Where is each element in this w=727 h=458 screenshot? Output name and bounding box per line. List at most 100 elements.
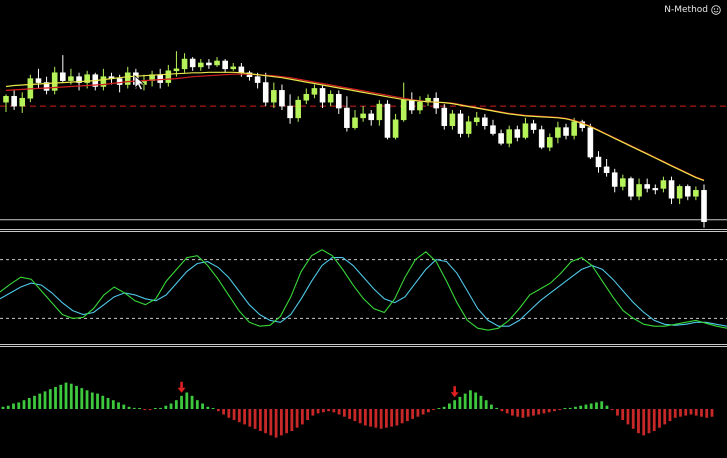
histogram-bar [505,409,509,414]
histogram-bar [48,389,52,409]
candle-body [335,94,342,109]
histogram-bar [106,398,110,409]
histogram-bar [64,382,68,409]
candle-body [35,78,42,83]
oscillator-panel[interactable] [0,232,727,344]
histogram-bar [279,409,283,436]
histogram-bar [432,409,436,411]
histogram-bar [59,384,63,409]
price-chart-panel[interactable] [0,0,727,228]
histogram-bar [363,409,367,426]
histogram-bar [595,402,598,409]
smiley-icon [711,5,721,15]
candle-body [19,97,26,107]
stochastic-signal-line [0,257,727,327]
histogram-bar [631,409,635,429]
histogram-bar [38,393,42,409]
histogram-bar [642,409,646,436]
candle-body [628,178,634,197]
histogram-bar [43,391,47,409]
histogram-bar [647,409,651,434]
histogram-bar [174,400,178,409]
histogram-bar [379,409,383,429]
histogram-bar [390,409,394,427]
panel-separator [0,346,727,347]
candle-body [230,66,237,70]
panel-separator[interactable] [0,344,727,345]
histogram-bar [258,409,262,431]
histogram-bar [705,409,709,418]
candle-body [295,99,301,119]
histogram-bar [542,409,546,414]
sell-arrow-icon [177,381,186,393]
chart-window[interactable]: N-Method [0,0,727,458]
histogram-bar [626,409,630,425]
histogram-bar [195,400,199,409]
candle-body [676,186,683,199]
histogram-panel[interactable] [0,348,727,458]
candle-body [392,119,399,138]
candle-body [563,127,569,136]
histogram-bar [117,402,120,409]
histogram-bar [658,409,661,428]
candle-body [603,166,610,174]
candle-body [238,66,245,74]
histogram-bar [484,400,488,409]
candle-body [262,82,269,103]
candle-body [409,99,415,111]
histogram-bar [516,409,520,417]
histogram-bar [348,409,352,419]
candle-body [206,62,212,66]
candle-body [384,103,391,138]
histogram-bar [237,409,241,423]
candle-body [693,190,699,197]
candle-body [482,117,488,126]
mouse-cursor-icon [134,75,146,91]
histogram-bar [222,409,225,415]
histogram-bar [547,409,551,413]
candle-body [465,121,472,134]
histogram-bar [332,409,336,413]
candle-body [173,68,180,72]
histogram-bar [616,409,619,416]
candle-body [197,62,204,68]
histogram-bar [253,409,257,429]
candle-body [473,117,480,123]
candle-body [189,58,196,68]
histogram-bar [164,405,168,409]
candle-body [620,178,626,187]
histogram-bar [342,409,346,417]
histogram-bar [500,409,504,412]
histogram-bar [453,400,457,409]
histogram-bar [211,408,215,409]
histogram-bar [463,393,467,409]
histogram-bar [610,409,614,411]
candle-body [417,101,423,111]
histogram-bar [148,409,152,411]
histogram-bar [243,409,246,425]
candle-body [668,180,675,199]
candle-body [303,94,310,101]
panel-separator[interactable] [0,229,727,230]
price-chart[interactable] [0,0,727,228]
histogram-bar [405,409,409,422]
histogram-bar [22,400,26,409]
histogram-bar [689,409,693,415]
candle-body [124,72,131,85]
histogram-bar [12,403,15,409]
histogram-bar [694,409,698,416]
histogram-bar [474,392,478,409]
histogram-bar [568,407,572,409]
candle-body [522,123,529,138]
histogram-bar [185,392,189,409]
histogram-bar [532,409,535,416]
histogram-bar [316,409,320,414]
histogram-bar [563,408,567,409]
candle-body [327,94,334,103]
candle-body [546,137,553,148]
histogram-bar [190,395,194,409]
histogram-bar [80,388,84,409]
histogram-bar [384,409,388,428]
histogram-bar [33,395,36,409]
candle-body [611,172,618,187]
